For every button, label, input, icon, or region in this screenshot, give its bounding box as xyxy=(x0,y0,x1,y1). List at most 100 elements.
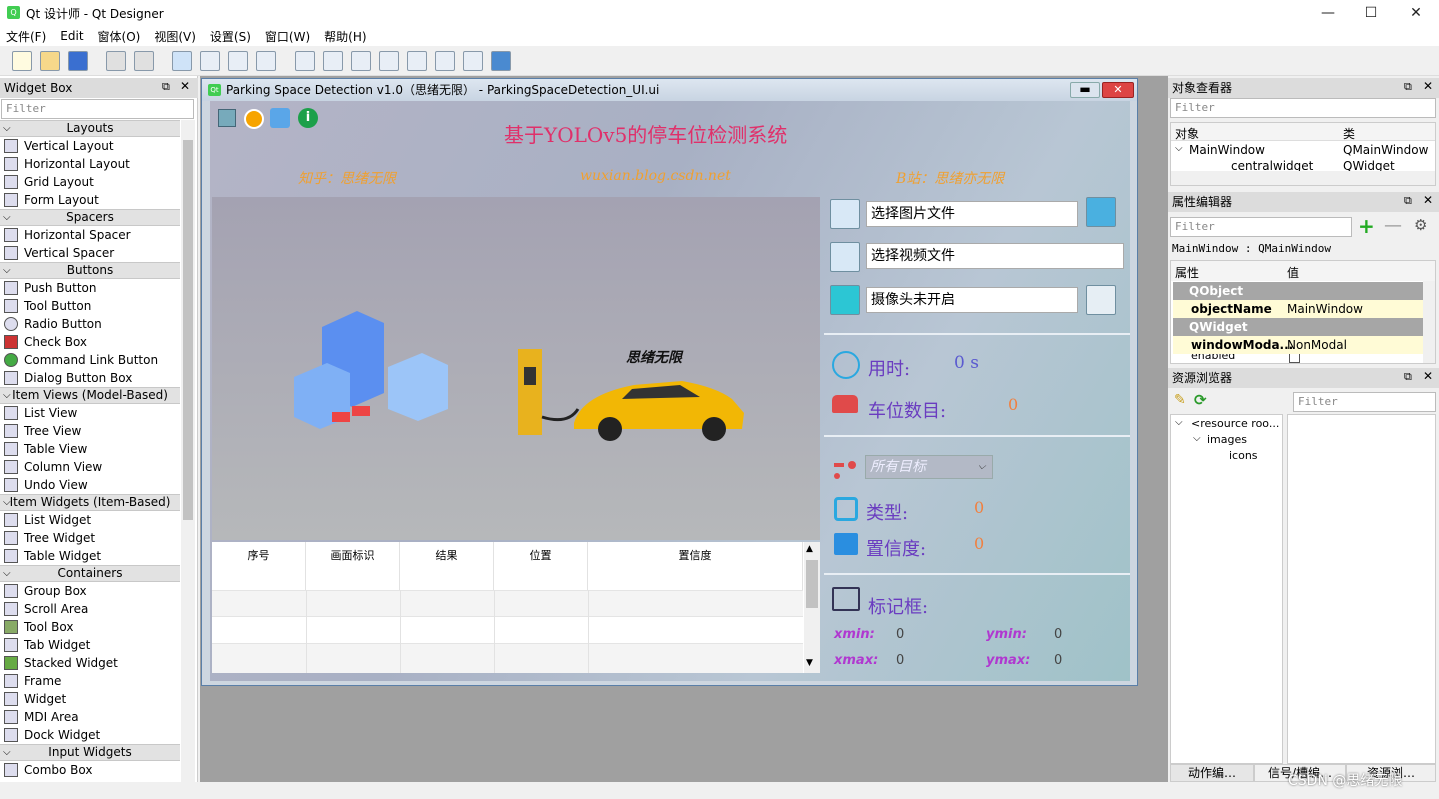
minimize-button[interactable]: — xyxy=(1305,0,1351,26)
scroll-down-icon[interactable]: ▼ xyxy=(806,658,813,668)
widget-horizontal-layout[interactable]: Horizontal Layout xyxy=(0,155,180,173)
menu-view[interactable]: 视图(V) xyxy=(154,28,196,45)
property-scrollbar[interactable] xyxy=(1423,281,1435,363)
object-tree-hscrollbar[interactable] xyxy=(1171,171,1435,185)
edit-widgets-icon[interactable] xyxy=(172,51,192,71)
sun-icon[interactable] xyxy=(244,109,264,129)
network-settings-icon[interactable] xyxy=(1086,285,1116,315)
save-icon[interactable] xyxy=(68,51,88,71)
edit-tab-order-icon[interactable] xyxy=(256,51,276,71)
category-spacers[interactable]: ⌵ Spacers xyxy=(0,209,180,226)
image-picture-icon[interactable] xyxy=(830,199,860,229)
camera-status-input[interactable]: 摄像头未开启 xyxy=(866,287,1078,313)
widget-radio-button[interactable]: Radio Button xyxy=(0,315,180,333)
target-select[interactable]: 所有目标 ⌵ xyxy=(865,455,993,479)
col-header-result[interactable]: 结果 xyxy=(400,542,494,590)
widget-combo-box[interactable]: Combo Box xyxy=(0,761,180,779)
close-button[interactable]: ✕ xyxy=(1393,0,1439,26)
col-header-index[interactable]: 序号 xyxy=(212,542,306,590)
widget-widget[interactable]: Widget xyxy=(0,690,180,708)
menu-help[interactable]: 帮助(H) xyxy=(324,28,366,45)
add-property-icon[interactable]: + xyxy=(1358,216,1375,236)
close-icon[interactable]: ✕ xyxy=(1423,79,1433,93)
close-icon[interactable]: ✕ xyxy=(1423,369,1433,383)
widget-horizontal-spacer[interactable]: Horizontal Spacer xyxy=(0,226,180,244)
folder-open-icon[interactable] xyxy=(1086,197,1116,227)
results-table[interactable]: 序号 画面标识 结果 位置 置信度 ▲ ▼ xyxy=(212,542,820,673)
widget-mdi-area[interactable]: MDI Area xyxy=(0,708,180,726)
enabled-checkbox[interactable] xyxy=(1289,354,1300,363)
menu-window[interactable]: 窗口(W) xyxy=(265,28,310,45)
reload-icon[interactable]: ⟳ xyxy=(1194,391,1207,409)
menu-file[interactable]: 文件(F) xyxy=(6,28,46,45)
widget-stacked-widget[interactable]: Stacked Widget xyxy=(0,654,180,672)
maximize-button[interactable]: ☐ xyxy=(1348,0,1394,26)
widget-tool-button[interactable]: Tool Button xyxy=(0,297,180,315)
resource-view[interactable] xyxy=(1287,414,1436,764)
col-header-frame-id[interactable]: 画面标识 xyxy=(306,542,400,590)
resource-tree[interactable]: ⌵ <resource roo... ⌵ images icons xyxy=(1170,414,1283,764)
widget-tree-view[interactable]: Tree View xyxy=(0,422,180,440)
widget-scroll-area[interactable]: Scroll Area xyxy=(0,600,180,618)
widget-form-layout[interactable]: Form Layout xyxy=(0,191,180,209)
table-row[interactable] xyxy=(212,590,803,616)
category-buttons[interactable]: ⌵ Buttons xyxy=(0,262,180,279)
widget-box-scrollbar[interactable] xyxy=(181,120,195,782)
adjust-size-icon[interactable] xyxy=(491,51,511,71)
widget-frame[interactable]: Frame xyxy=(0,672,180,690)
widget-check-box[interactable]: Check Box xyxy=(0,333,180,351)
video-play-icon[interactable] xyxy=(830,242,860,272)
resource-icons[interactable]: icons xyxy=(1229,449,1258,462)
prop-enabled[interactable]: enabled xyxy=(1173,354,1423,363)
tab-action-editor[interactable]: 动作编… xyxy=(1170,764,1254,782)
layout-vertical-icon[interactable] xyxy=(323,51,343,71)
widget-vertical-spacer[interactable]: Vertical Spacer xyxy=(0,244,180,262)
layout-v-splitter-icon[interactable] xyxy=(379,51,399,71)
prop-windowmodality[interactable]: windowModa... NonModal xyxy=(1173,336,1423,354)
resource-filter-input[interactable]: Filter xyxy=(1293,392,1436,412)
prop-value[interactable]: MainWindow xyxy=(1287,300,1363,318)
table-row[interactable] xyxy=(212,616,803,643)
form-minimize-button[interactable]: ▬ xyxy=(1070,82,1100,98)
widget-list-view[interactable]: List View xyxy=(0,404,180,422)
form-close-button[interactable]: ✕ xyxy=(1102,82,1134,98)
widget-vertical-layout[interactable]: Vertical Layout xyxy=(0,137,180,155)
layout-grid-icon[interactable] xyxy=(407,51,427,71)
widget-tab-widget[interactable]: Tab Widget xyxy=(0,636,180,654)
widget-tool-box[interactable]: Tool Box xyxy=(0,618,180,636)
layout-form-icon[interactable] xyxy=(435,51,455,71)
category-item-widgets[interactable]: ⌵ Item Widgets (Item-Based) xyxy=(0,494,180,511)
paste-icon[interactable] xyxy=(134,51,154,71)
widget-command-link-button[interactable]: Command Link Button xyxy=(0,351,180,369)
close-icon[interactable]: ✕ xyxy=(180,79,190,93)
widget-column-view[interactable]: Column View xyxy=(0,458,180,476)
image-file-input[interactable]: 选择图片文件 xyxy=(866,201,1078,227)
scrollbar-thumb[interactable] xyxy=(183,140,193,520)
prop-objectname[interactable]: objectName MainWindow xyxy=(1173,300,1423,318)
col-header-position[interactable]: 位置 xyxy=(494,542,588,590)
float-icon[interactable]: ⧉ xyxy=(162,80,170,94)
scroll-up-icon[interactable]: ▲ xyxy=(806,544,813,554)
scrollbar-thumb[interactable] xyxy=(806,560,818,608)
tree-row-centralwidget[interactable]: centralwidget QWidget xyxy=(1171,159,1421,171)
menu-edit[interactable]: Edit xyxy=(60,29,83,43)
save-icon[interactable] xyxy=(218,109,236,127)
table-row[interactable] xyxy=(212,643,803,673)
configure-wrench-icon[interactable]: ⚙ xyxy=(1414,216,1427,234)
tree-row-mainwindow[interactable]: ⌵ MainWindow QMainWindow xyxy=(1171,143,1428,159)
copy-icon[interactable] xyxy=(106,51,126,71)
float-icon[interactable]: ⧉ xyxy=(1404,194,1412,208)
category-layouts[interactable]: ⌵ Layouts xyxy=(0,120,180,137)
resource-root[interactable]: <resource roo... xyxy=(1191,417,1279,430)
edit-buddies-icon[interactable] xyxy=(228,51,248,71)
remove-property-icon[interactable]: — xyxy=(1384,216,1402,236)
property-filter-input[interactable]: Filter xyxy=(1170,217,1352,237)
menu-settings[interactable]: 设置(S) xyxy=(210,28,251,45)
category-containers[interactable]: ⌵ Containers xyxy=(0,565,180,582)
widget-dialog-button-box[interactable]: Dialog Button Box xyxy=(0,369,180,387)
widget-dock-widget[interactable]: Dock Widget xyxy=(0,726,180,744)
float-icon[interactable]: ⧉ xyxy=(1404,80,1412,94)
widget-list-widget[interactable]: List Widget xyxy=(0,511,180,529)
category-item-views[interactable]: ⌵ Item Views (Model-Based) xyxy=(0,387,180,404)
menu-form[interactable]: 窗体(O) xyxy=(98,28,141,45)
